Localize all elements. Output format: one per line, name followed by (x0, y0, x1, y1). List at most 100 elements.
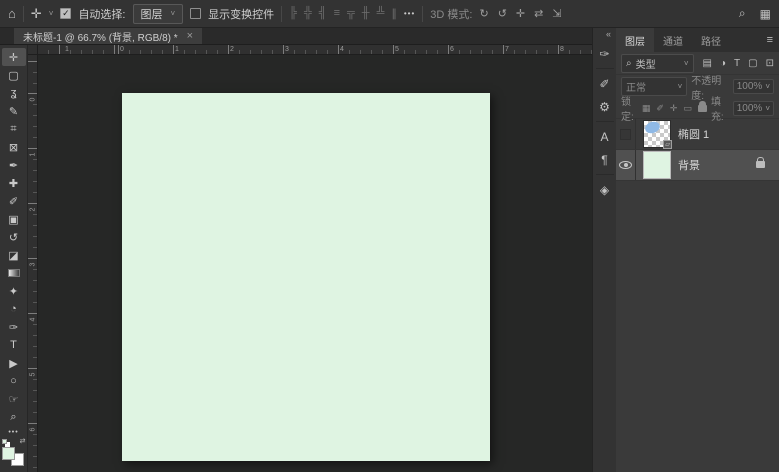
layer-filter-type-dropdown[interactable]: ⌕ 类型 ˅ (621, 53, 694, 73)
tool-smudge[interactable]: ✦ (2, 282, 26, 300)
paragraph-panel-icon[interactable]: ¶ (593, 148, 617, 171)
show-transform-checkbox[interactable] (190, 8, 202, 19)
filter-type-layers-icon[interactable]: T (734, 58, 740, 69)
properties-panel-icon[interactable]: ⚙ (593, 95, 617, 118)
chevron-down-icon: ˅ (677, 82, 683, 91)
tab-layers[interactable]: 图层 (616, 28, 654, 52)
layer-locked-indicator[interactable] (756, 156, 765, 171)
tool-path-selection[interactable]: ▶ (2, 354, 26, 372)
auto-select-dropdown[interactable]: 图层 ˅ (132, 3, 184, 24)
auto-select-checkbox[interactable] (60, 8, 72, 19)
more-align-options-icon[interactable]: ••• (404, 9, 415, 18)
expand-panels-icon[interactable]: « (601, 28, 616, 42)
layer-thumbnail[interactable]: ▱ (643, 119, 672, 149)
tool-gradient[interactable] (2, 264, 26, 282)
tool-move[interactable]: ✛ (1, 48, 26, 66)
3d-panel-icon[interactable]: ◈ (593, 178, 617, 201)
ruler-label: 0 (120, 46, 124, 53)
type-tool-icon: T (10, 339, 17, 351)
lock-position-icon[interactable]: ✛ (670, 103, 678, 114)
layer-name[interactable]: 背景 (678, 157, 700, 173)
horizontal-ruler[interactable]: 1 0 1 2 3 4 5 6 7 8 (38, 45, 592, 55)
distribute-icon[interactable]: ∥ (391, 7, 397, 20)
layer-name[interactable]: 椭圆 1 (678, 126, 709, 142)
default-colors-icon[interactable] (1, 439, 7, 444)
lock-pixels-icon[interactable]: ✐ (656, 103, 664, 114)
character-panel-icon[interactable]: A (593, 125, 617, 148)
tab-channels[interactable]: 通道 (654, 28, 692, 52)
align-bottom-icon[interactable]: ╩ (377, 7, 385, 20)
tool-quick-selection[interactable]: ✎ (2, 102, 26, 120)
tool-crop[interactable]: ⌗ (2, 120, 26, 138)
search-icon: ⌕ (626, 57, 632, 69)
move-tool-icon[interactable]: ✛ (31, 7, 42, 20)
brush-settings-icon: ✑ (599, 46, 610, 61)
tool-brush[interactable]: ✐ (2, 192, 26, 210)
layer-thumbnail[interactable] (643, 151, 671, 179)
chevron-down-icon[interactable]: ˅ (49, 9, 54, 18)
3d-scale-icon[interactable]: ⇲ (552, 7, 561, 20)
edit-toolbar-icon[interactable]: ••• (8, 429, 18, 436)
lock-artboard-icon[interactable]: ▭ (683, 103, 692, 114)
ruler-corner[interactable] (28, 45, 38, 55)
tool-dodge[interactable]: ◔ (2, 300, 26, 318)
brushes-panel-icon[interactable]: ✐ (593, 72, 617, 95)
eye-hidden-icon (620, 128, 631, 140)
filter-shape-layers-icon[interactable]: ▢ (748, 58, 757, 69)
tool-frame[interactable]: ⊠ (2, 138, 26, 156)
tool-history-brush[interactable]: ↺ (2, 228, 26, 246)
tool-marquee[interactable]: ▢ (2, 66, 26, 84)
tool-eraser[interactable]: ◪ (2, 246, 26, 264)
tool-clone-stamp[interactable]: ▣ (2, 210, 26, 228)
align-center-h-icon[interactable]: ╬ (304, 7, 312, 20)
3d-roll-icon[interactable]: ↺ (498, 7, 507, 20)
visibility-toggle[interactable] (616, 119, 636, 149)
fill-dropdown[interactable]: 100% ˅ (732, 100, 774, 116)
foreground-color-swatch[interactable] (1, 447, 15, 460)
document-tab[interactable]: 未标题-1 @ 66.7% (背景, RGB/8) * × (14, 28, 203, 44)
filter-pixel-layers-icon[interactable]: ▤ (703, 58, 712, 69)
tool-ellipse-shape[interactable]: ○ (2, 372, 26, 390)
visibility-toggle[interactable] (616, 150, 636, 180)
swap-colors-icon[interactable]: ⇄ (20, 437, 26, 445)
tool-eyedropper[interactable]: ✒ (2, 156, 26, 174)
home-icon[interactable]: ⌂ (8, 7, 16, 20)
tool-pen[interactable]: ✑ (2, 318, 26, 336)
align-top-icon[interactable]: ≡ (334, 7, 340, 20)
pen-tool-icon: ✑ (8, 321, 19, 334)
align-top-edges-icon[interactable]: ╦ (347, 7, 355, 20)
workspace-switcher-icon[interactable]: ▦ (760, 7, 771, 21)
auto-select-label: 自动选择: (78, 8, 126, 21)
ruler-label: 2 (29, 207, 37, 212)
tool-healing-brush[interactable]: ✚ (2, 174, 26, 192)
3d-pan-icon[interactable]: ✛ (516, 7, 525, 20)
filter-smart-objects-icon[interactable]: ⊡ (766, 58, 774, 69)
tool-type[interactable]: T (2, 336, 26, 354)
divider (22, 5, 24, 22)
brush-settings-panel-icon[interactable]: ✑ (593, 42, 617, 65)
ruler-label: 5 (29, 372, 37, 377)
close-icon[interactable]: × (187, 30, 193, 42)
document-canvas[interactable] (122, 93, 490, 461)
3d-orbit-icon[interactable]: ↻ (479, 7, 488, 20)
align-left-icon[interactable]: ╠ (289, 7, 297, 20)
tool-zoom[interactable]: ⌕ (2, 408, 26, 426)
paragraph-icon: ¶ (601, 152, 608, 167)
3d-slide-icon[interactable]: ⇄ (534, 7, 543, 20)
options-bar-right: ⌕ ▦ (739, 6, 771, 21)
align-center-v-icon[interactable]: ╫ (362, 7, 370, 20)
crop-tool-icon: ⌗ (10, 122, 17, 135)
tab-paths[interactable]: 路径 (692, 28, 730, 52)
align-right-icon[interactable]: ╣ (319, 7, 327, 20)
search-icon[interactable]: ⌕ (739, 6, 746, 21)
tool-hand[interactable]: ☞ (2, 390, 26, 408)
vertical-ruler[interactable]: 0 1 2 3 4 5 6 (28, 55, 38, 472)
opacity-dropdown[interactable]: 100% ˅ (732, 79, 774, 94)
filter-adjustment-layers-icon[interactable]: ◑ (720, 58, 726, 69)
lock-all-icon[interactable] (697, 100, 707, 112)
panel-menu-icon[interactable]: ≡ (761, 28, 779, 52)
tool-lasso[interactable]: ʓ (2, 84, 26, 102)
lock-transparency-icon[interactable]: ▦ (642, 103, 651, 114)
layer-row-background[interactable]: 背景 (616, 150, 779, 181)
layer-row-ellipse-1[interactable]: ▱ 椭圆 1 (616, 119, 779, 150)
